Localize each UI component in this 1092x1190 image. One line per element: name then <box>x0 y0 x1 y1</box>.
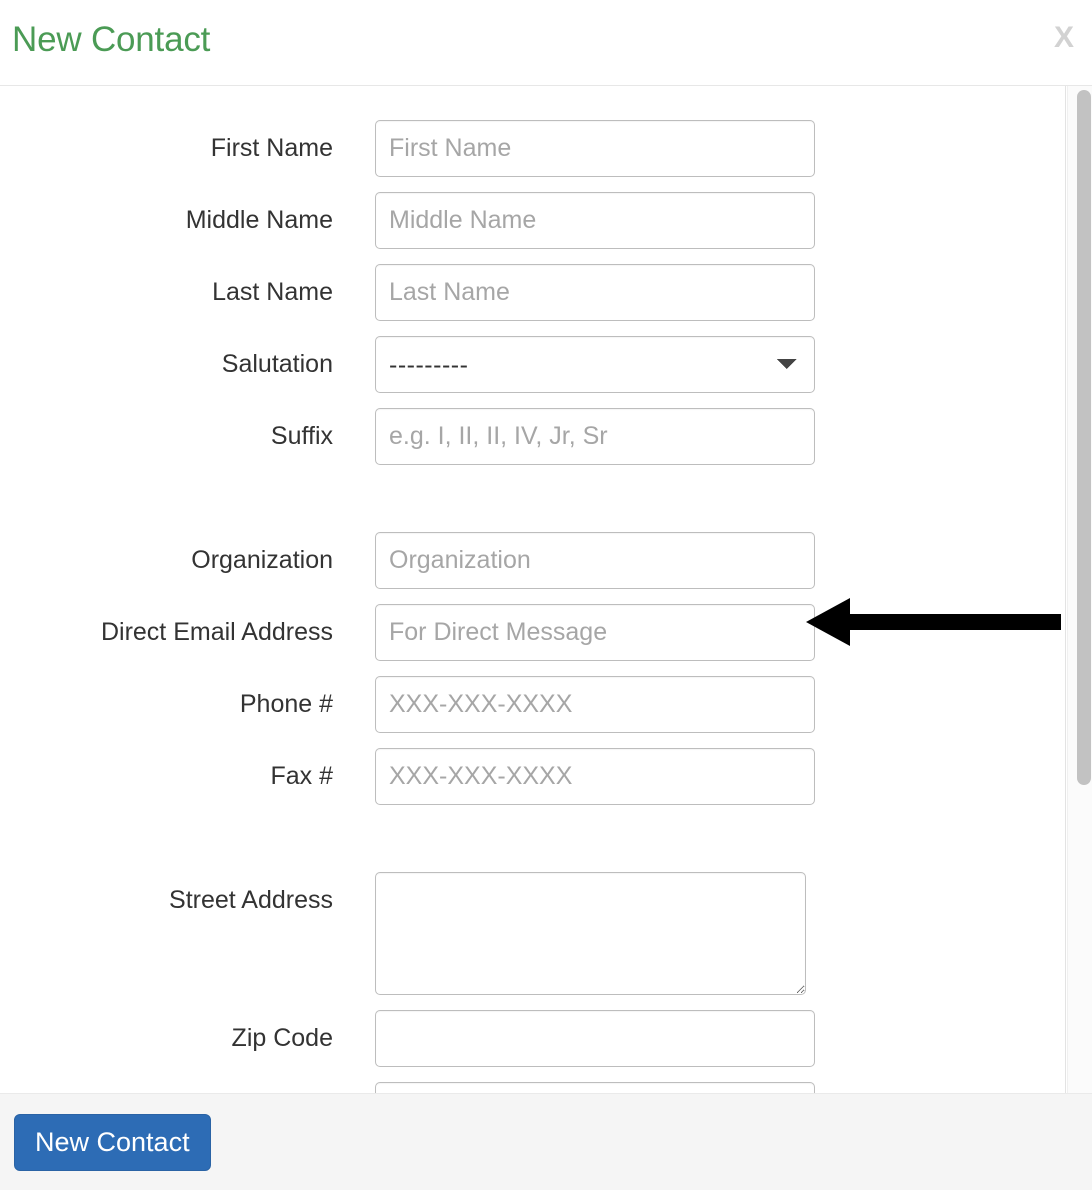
zip-code-input[interactable] <box>375 1010 815 1067</box>
direct-email-address-input[interactable] <box>375 604 815 661</box>
last-name-input[interactable] <box>375 264 815 321</box>
label-zip-code: Zip Code <box>231 1024 333 1052</box>
field-row-zip-code: Zip Code <box>0 1010 1065 1082</box>
field-row-first-name: First Name <box>0 120 1065 192</box>
close-icon[interactable]: X <box>1054 20 1074 56</box>
field-row-city: City <box>0 1082 1065 1093</box>
field-row-street-address: Street Address <box>0 872 1065 1010</box>
field-row-organization: Organization <box>0 532 1065 604</box>
label-salutation: Salutation <box>221 350 333 378</box>
organization-input[interactable] <box>375 532 815 589</box>
field-row-phone-number: Phone # <box>0 676 1065 748</box>
city-input[interactable] <box>375 1082 815 1093</box>
section-spacer-2 <box>0 820 1065 872</box>
modal-body: First Name Middle Name Last Name Salutat… <box>0 86 1066 1093</box>
label-city: City <box>0 1082 333 1093</box>
suffix-input[interactable] <box>375 408 815 465</box>
label-fax-number: Fax # <box>270 762 333 790</box>
middle-name-input[interactable] <box>375 192 815 249</box>
field-row-fax-number: Fax # <box>0 748 1065 820</box>
scrollbar-thumb[interactable] <box>1077 90 1091 785</box>
modal-header: New Contact X <box>0 0 1092 86</box>
field-row-middle-name: Middle Name <box>0 192 1065 264</box>
field-row-salutation: Salutation --------- <box>0 336 1065 408</box>
first-name-input[interactable] <box>375 120 815 177</box>
label-first-name: First Name <box>210 134 333 162</box>
label-street-address: Street Address <box>169 886 333 914</box>
label-phone-number: Phone # <box>239 690 333 718</box>
label-last-name: Last Name <box>212 278 333 306</box>
street-address-textarea[interactable] <box>375 872 806 995</box>
label-organization: Organization <box>191 546 333 574</box>
phone-number-input[interactable] <box>375 676 815 733</box>
salutation-select[interactable]: --------- <box>375 336 815 393</box>
label-middle-name: Middle Name <box>185 206 333 234</box>
label-suffix: Suffix <box>270 422 333 450</box>
vertical-scrollbar[interactable] <box>1067 86 1092 1093</box>
contact-form: First Name Middle Name Last Name Salutat… <box>0 86 1065 1093</box>
modal-footer: New Contact <box>0 1093 1092 1190</box>
page-title: New Contact <box>12 20 211 59</box>
label-direct-email-address: Direct Email Address <box>100 618 333 646</box>
field-row-direct-email-address: Direct Email Address <box>0 604 1065 676</box>
new-contact-modal: New Contact X First Name Middle Name Las… <box>0 0 1092 1190</box>
new-contact-submit-button[interactable]: New Contact <box>14 1114 211 1171</box>
fax-number-input[interactable] <box>375 748 815 805</box>
field-row-last-name: Last Name <box>0 264 1065 336</box>
field-row-suffix: Suffix <box>0 408 1065 480</box>
